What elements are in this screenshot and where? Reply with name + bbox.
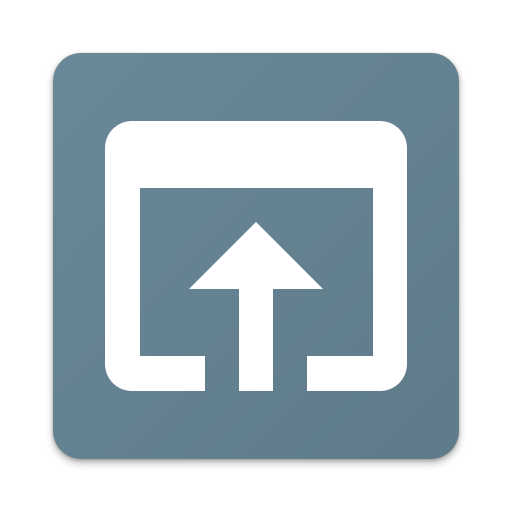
app-icon-tile[interactable] — [53, 53, 459, 459]
open-in-window-upload-icon — [53, 53, 459, 459]
icon-stage — [0, 0, 512, 512]
